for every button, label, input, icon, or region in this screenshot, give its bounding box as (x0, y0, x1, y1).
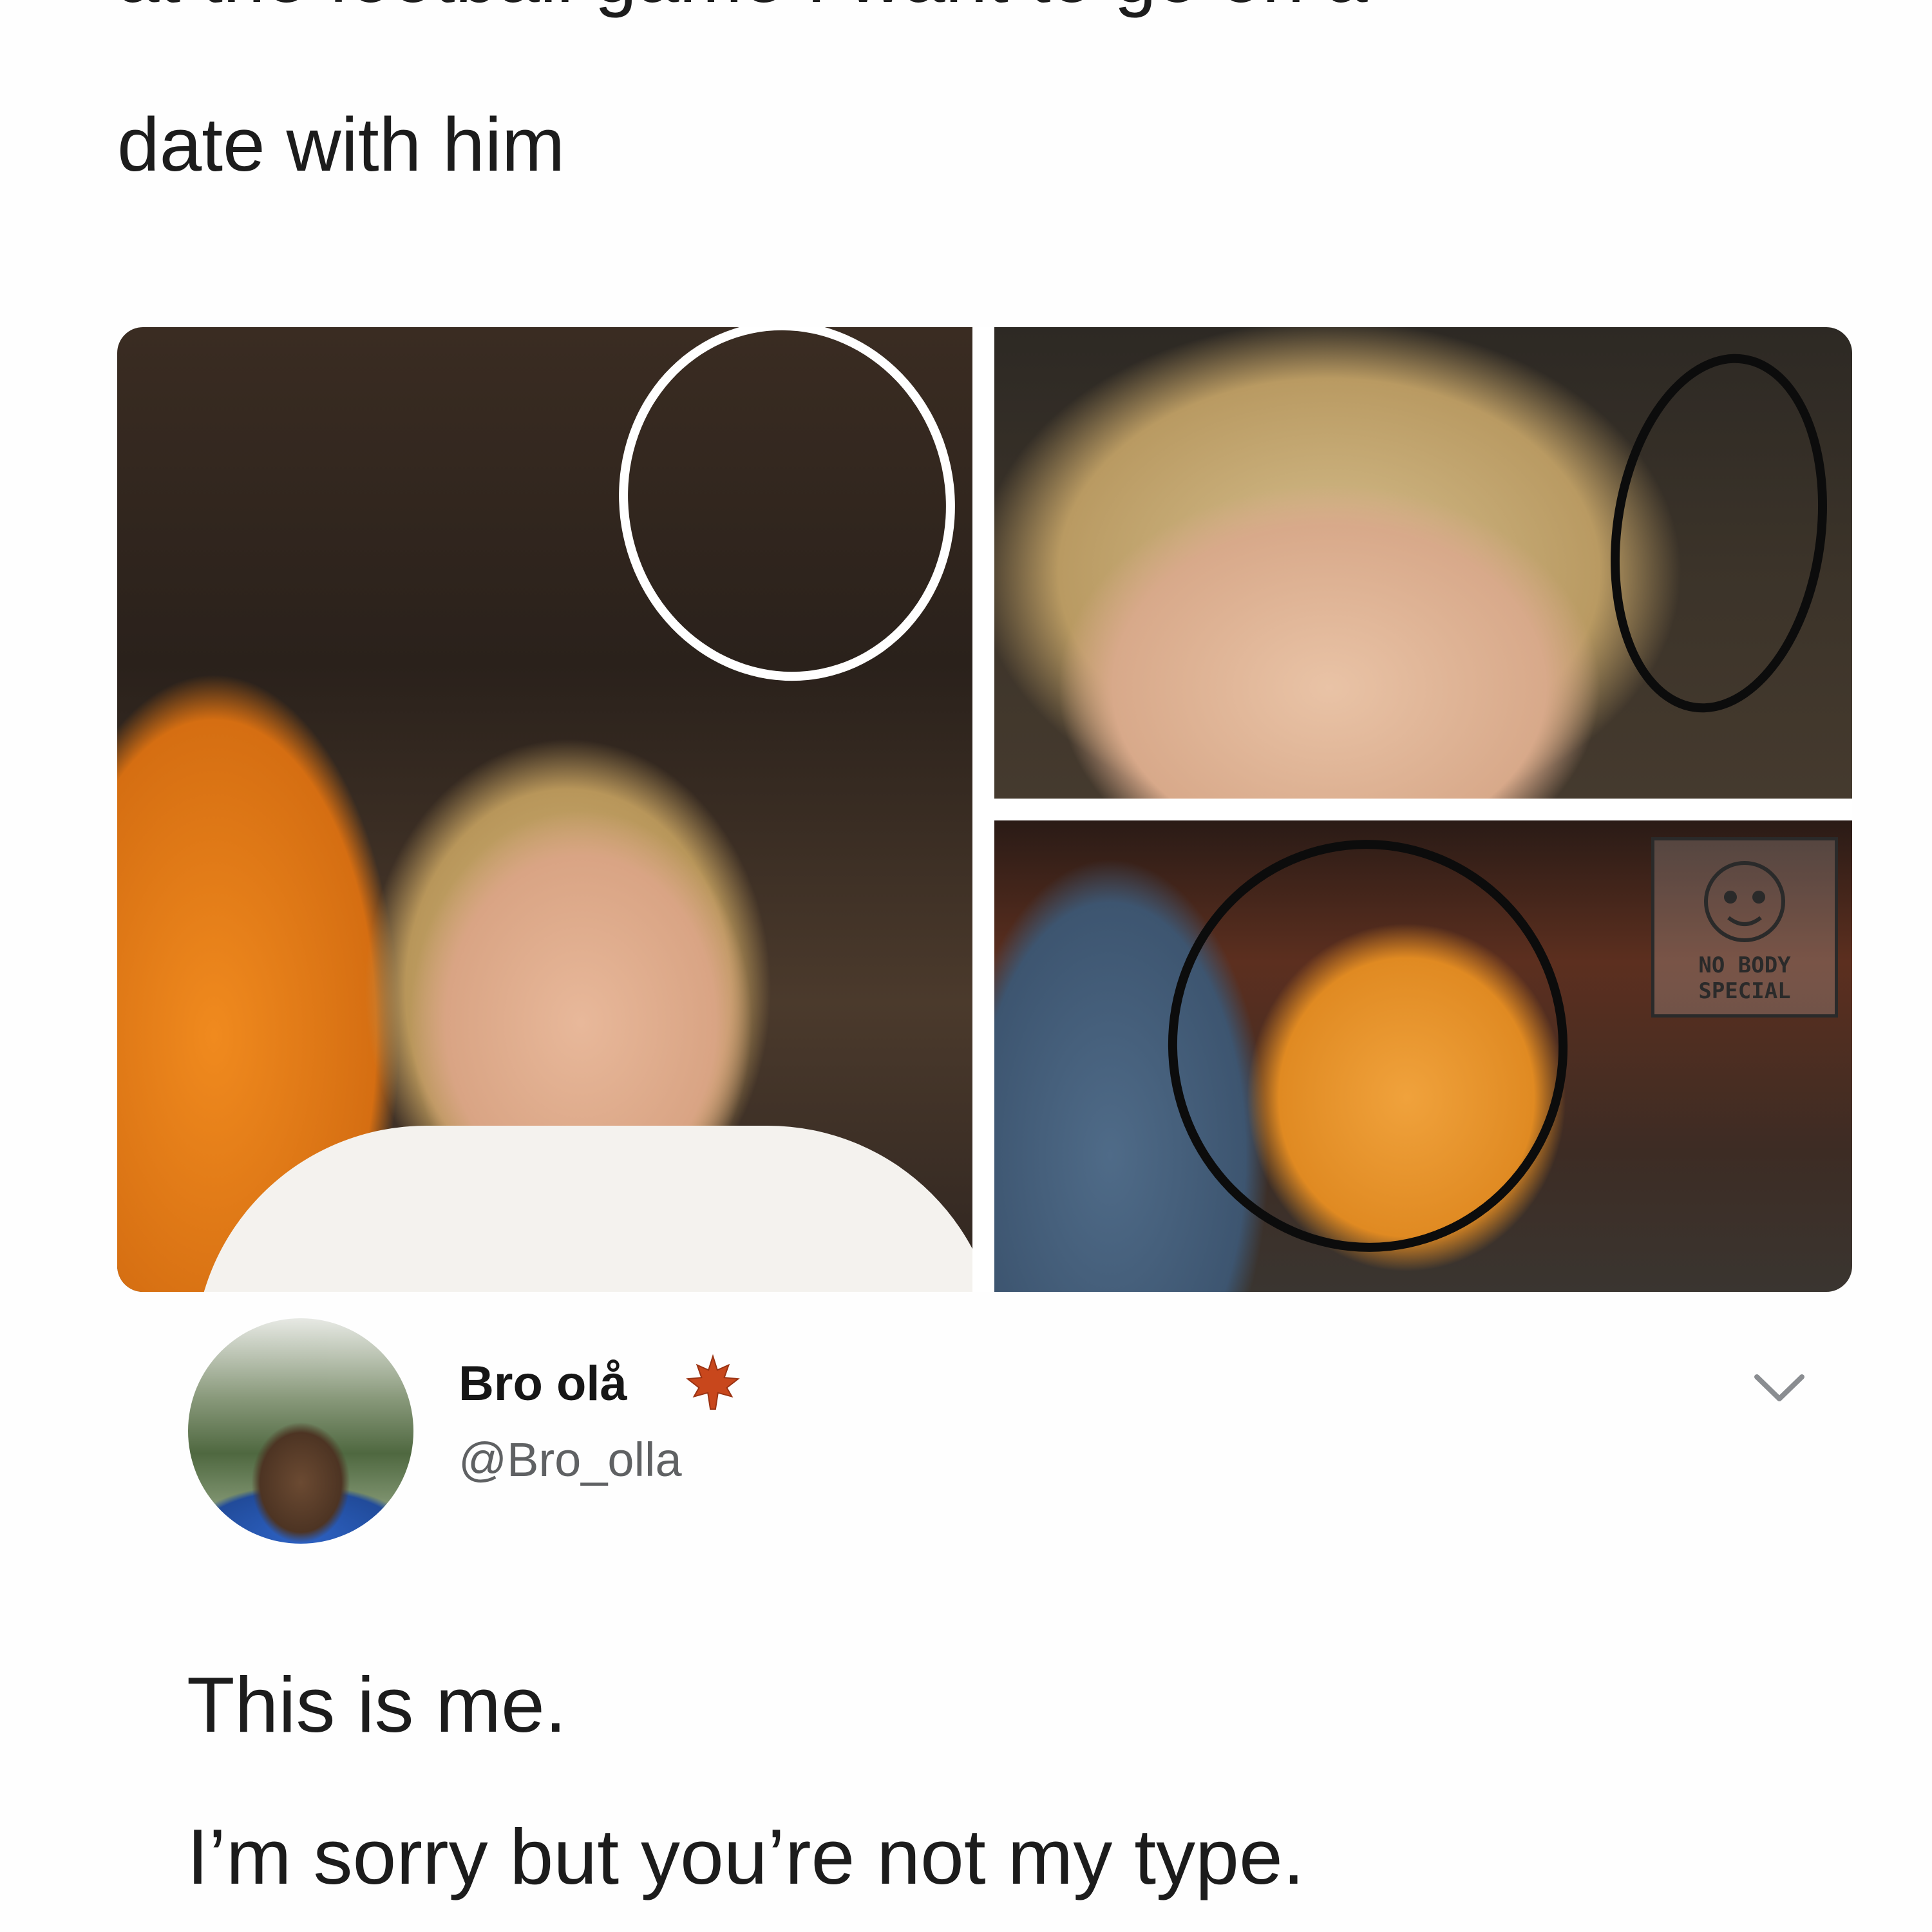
watermark-text-line2: SPECIAL (1698, 978, 1790, 1004)
reply-handle[interactable]: @Bro_olla (459, 1431, 682, 1489)
reply-text-line: I’m sorry but you’re not my type. (187, 1813, 1305, 1900)
photo-selfie-left[interactable] (117, 327, 972, 1292)
chevron-down-icon[interactable] (1750, 1369, 1808, 1408)
tweet-screenshot: at the football game I want to go on a d… (0, 0, 1932, 1932)
tweet-media-grid[interactable]: NO BODY SPECIAL (117, 327, 1852, 1292)
highlight-circle (1148, 820, 1588, 1272)
photo-bottom-right[interactable]: NO BODY SPECIAL (994, 820, 1852, 1292)
tweet-text-line: date with him (117, 102, 565, 187)
photo-closeup-top-right[interactable] (994, 327, 1852, 799)
reply-text-line: This is me. (187, 1661, 567, 1748)
photo-detail (194, 1126, 972, 1292)
highlight-circle (1588, 339, 1850, 727)
highlight-circle (585, 327, 972, 712)
watermark-text-line1: NO BODY (1698, 952, 1791, 978)
watermark-logo: NO BODY SPECIAL (1651, 837, 1838, 1018)
avatar[interactable] (188, 1318, 413, 1544)
tweet-text-line-cropped: at the football game I want to go on a (117, 0, 1368, 24)
maple-leaf-icon (686, 1354, 740, 1410)
reply-display-name[interactable]: Bro olå (459, 1355, 627, 1413)
